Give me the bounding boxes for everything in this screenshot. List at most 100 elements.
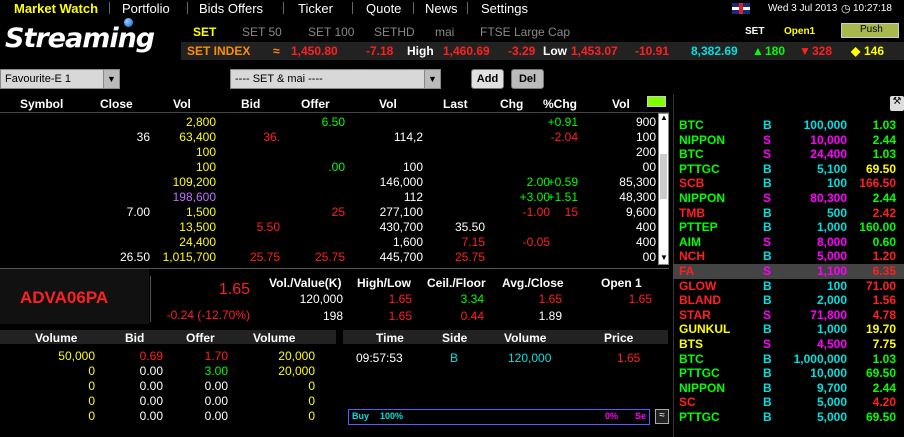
high-low-label: High/Low <box>357 276 411 290</box>
ticker-cell: 80,300 <box>810 191 847 205</box>
book-cell: 1.70 <box>204 349 228 363</box>
session-label: Open 1 <box>601 276 642 290</box>
table-cell-offer: 25 <box>331 205 345 219</box>
index-unch-count: 146 <box>864 44 885 58</box>
table-cell-vol: 24,400 <box>179 235 216 249</box>
vol-value-label: Vol./Value(K) <box>269 276 342 290</box>
wrench-icon[interactable]: ⚒ <box>890 96 904 111</box>
quote-floor: 0.44 <box>460 309 484 323</box>
scroll-down-icon[interactable]: ▼ <box>660 253 668 262</box>
ticker-cell: B <box>763 249 772 264</box>
col-offer[interactable]: Offer <box>301 97 330 111</box>
col-vol[interactable]: Vol <box>173 97 191 111</box>
ticker-cell: BTC <box>679 147 704 162</box>
book-cell: 0.00 <box>204 409 228 423</box>
menu-divider <box>109 2 110 14</box>
table-cell-offer: .00 <box>328 160 345 174</box>
ticker-cell: SC <box>679 395 696 410</box>
ticker-cell: 5,000 <box>816 249 847 264</box>
ticker-cell: 6.35 <box>872 264 896 278</box>
index-last: 1,450.80 <box>291 44 338 58</box>
ticker-cell: 2.44 <box>872 380 896 395</box>
column-settings-icon[interactable] <box>647 96 666 107</box>
index-high-chg: -3.29 <box>508 44 536 58</box>
scroll-thumb[interactable] <box>660 154 667 199</box>
col-chg[interactable]: Chg <box>500 97 523 111</box>
col-pchg[interactable]: %Chg <box>543 97 577 111</box>
ticker-cell: 100 <box>826 176 847 191</box>
menu-news[interactable]: News <box>425 1 458 16</box>
table-cell-pchg: 15 <box>564 205 578 219</box>
col-bid[interactable]: Bid <box>241 97 260 111</box>
favourite-dropdown[interactable]: Favourite-E 1 ▼ <box>0 69 120 89</box>
menu-divider <box>283 2 284 14</box>
trades-col-volume: Volume <box>504 331 547 345</box>
market-dropdown[interactable]: ---- SET & mai ---- ▼ <box>230 69 441 89</box>
tab-mai[interactable]: mai <box>435 25 454 39</box>
ticker-cell: 1.03 <box>872 118 896 132</box>
table-cell-vol: 100 <box>195 160 216 174</box>
ticker-cell: GUNKUL <box>679 322 731 337</box>
col-vol2[interactable]: Vol <box>379 97 397 111</box>
quote-vol: 120,000 <box>299 292 343 306</box>
book-col-volume: Volume <box>35 331 78 345</box>
menu-ticker[interactable]: Ticker <box>298 1 333 16</box>
ticker-cell: FA <box>679 264 695 278</box>
book-cell: 0.00 <box>204 394 228 408</box>
table-cell-vol: 100 <box>195 145 216 159</box>
menu-bids-offers[interactable]: Bids Offers <box>199 1 263 16</box>
uk-flag-icon[interactable] <box>732 3 750 14</box>
trade-volume: 120,000 <box>508 351 552 365</box>
tab-ftse[interactable]: FTSE Large Cap <box>480 25 570 39</box>
ticker-cell: 1,000 <box>816 220 847 235</box>
ticker-cell: 71.00 <box>865 278 896 293</box>
del-button[interactable]: Del <box>511 69 544 89</box>
ticker-cell: 1.56 <box>872 293 896 308</box>
table-cell-vol2: 445,700 <box>379 250 423 264</box>
push-button[interactable]: Push <box>841 23 899 38</box>
col-symbol[interactable]: Symbol <box>20 97 63 111</box>
index-value: 8,382.69 <box>691 44 738 58</box>
tab-set50[interactable]: SET 50 <box>242 25 282 39</box>
table-cell-vol2: 146,000 <box>379 175 423 189</box>
ticker-cell: 1,000,000 <box>793 351 847 366</box>
table-cell-pchg: +0.59 <box>547 175 578 189</box>
book-cell: 0 <box>88 364 95 378</box>
menu-portfolio[interactable]: Portfolio <box>122 1 170 16</box>
menu-quote[interactable]: Quote <box>366 1 401 16</box>
table-cell-offer: 6.50 <box>321 115 345 129</box>
book-cell: 20,000 <box>278 349 315 363</box>
tab-sethd[interactable]: SETHD <box>374 25 415 39</box>
ticker-cell: NIPPON <box>679 191 726 205</box>
ticker-cell: B <box>763 161 772 176</box>
tab-set[interactable]: SET <box>193 25 216 39</box>
col-last[interactable]: Last <box>443 97 468 111</box>
ticker-cell: 166.50 <box>859 176 896 191</box>
buy-pct: 100% <box>380 411 404 421</box>
ticker-cell: 1.20 <box>872 249 896 264</box>
table-cell-close: 26.50 <box>119 250 150 264</box>
menu-market-watch[interactable]: Market Watch <box>14 1 98 16</box>
table-cell-last: 25.75 <box>454 250 485 264</box>
add-button[interactable]: Add <box>471 69 504 89</box>
col-tvol[interactable]: Vol <box>612 97 630 111</box>
menu-divider <box>352 2 353 14</box>
tab-set100[interactable]: SET 100 <box>308 25 354 39</box>
ticker-cell: B <box>763 410 772 424</box>
table-cell-tvol: 00 <box>642 160 656 174</box>
table-cell-vol: 2,800 <box>185 115 216 129</box>
table-scrollbar[interactable]: ▲ ▼ <box>658 113 669 265</box>
chart-icon[interactable]: ≈ <box>655 409 669 424</box>
ticker-cell: BTC <box>679 118 704 132</box>
ticker-cell: 4,500 <box>816 337 847 351</box>
ticker-cell: B <box>763 395 772 410</box>
table-cell-close: 7.00 <box>126 205 150 219</box>
buy-label: Buy <box>352 411 370 421</box>
menu-settings[interactable]: Settings <box>481 1 528 16</box>
ticker-cell: PTTGC <box>679 410 720 424</box>
scroll-up-icon[interactable]: ▲ <box>660 113 668 122</box>
book-col-volume2: Volume <box>253 331 296 345</box>
session-price: 1.65 <box>628 292 652 306</box>
ticker-cell: BLAND <box>679 293 721 308</box>
col-close[interactable]: Close <box>100 97 133 111</box>
